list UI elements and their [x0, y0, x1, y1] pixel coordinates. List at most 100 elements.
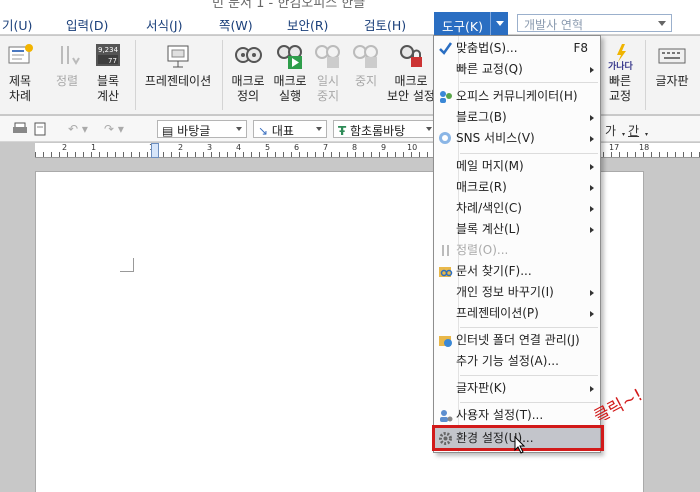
tools-menu-dropdown: 맞춤법(S)... F8 빠른 교정(Q) 오피스 커뮤니케이터(H) 블로그(… [433, 35, 601, 453]
menu-separator [460, 153, 598, 154]
macro-stop-icon [352, 42, 380, 70]
menu-toc-index-label: 차례/색인(C) [456, 201, 522, 215]
undo-icon[interactable]: ↶ ▾ [68, 122, 88, 136]
menu-user-settings[interactable]: 사용자 설정(T)... [434, 405, 600, 426]
menu-item-security[interactable]: 보안(R) [287, 15, 328, 34]
font-size-decrease-arrow[interactable]: ▾ [645, 131, 648, 138]
quick-fix-label: 빠른 교정 [608, 74, 632, 103]
menu-addon-settings[interactable]: 추가 기능 설정(A)... [434, 351, 600, 372]
menu-personal-info-label: 개인 정보 바꾸기(I) [456, 285, 554, 299]
macro-pause-button[interactable]: 일시 중지 [310, 36, 346, 115]
menu-dropdown-arrow[interactable] [490, 12, 508, 35]
toc-label: 제목 차례 [8, 74, 32, 103]
quick-fix-icon-text: 가나다 [608, 60, 634, 70]
menu-office-communicator[interactable]: 오피스 커뮤니케이터(H) [434, 86, 600, 107]
font-type-icon: Ŧ [338, 124, 347, 138]
menu-item-format[interactable]: 서식(J) [146, 15, 182, 34]
sns-icon [438, 131, 453, 146]
preview-icon[interactable] [33, 122, 47, 139]
click-annotation: 클릭~! [586, 372, 666, 427]
submenu-arrow-icon [590, 136, 594, 142]
menu-find-document[interactable]: 문서 찾기(F)... [434, 261, 600, 282]
menu-macro[interactable]: 매크로(R) [434, 177, 600, 198]
menu-sort[interactable]: 정렬(O)... [434, 240, 600, 261]
user-settings-icon [438, 408, 453, 423]
block-calc-button[interactable]: 9,234 77 블록 계산 [88, 36, 128, 115]
language-select[interactable]: ↘ 대표 [253, 120, 327, 138]
macro-run-button[interactable]: 매크로 실행 [270, 36, 310, 115]
menu-mail-merge[interactable]: 메일 머지(M) [434, 156, 600, 177]
block-calc-label: 블록 계산 [96, 74, 120, 103]
calculator-icon: 9,234 77 [94, 42, 122, 70]
sort-icon [53, 42, 81, 70]
menu-sns-service[interactable]: SNS 서비스(V) [434, 128, 600, 149]
print-icon[interactable] [12, 122, 28, 139]
macro-stop-button[interactable]: 중지 [348, 36, 384, 115]
menu-blog[interactable]: 블로그(B) [434, 107, 600, 128]
find-document-icon [438, 264, 453, 279]
ruler-label: 18 [639, 143, 650, 152]
ribbon-separator [222, 40, 223, 110]
quick-fix-button[interactable]: 가나다 빠른 교정 [602, 36, 638, 115]
macro-run-label: 매크로 실행 [273, 74, 307, 103]
menu-separator [460, 402, 598, 403]
macro-security-button[interactable]: 매크로 보안 설정 [386, 36, 436, 115]
macro-play-icon [276, 42, 304, 70]
help-search-input[interactable]: 개발사 연혁 [517, 14, 672, 32]
ruler-label: 7 [323, 143, 329, 152]
presentation-icon [164, 42, 192, 70]
menu-block-calc-label: 블록 계산(L) [456, 222, 521, 236]
menu-item-tools[interactable]: 도구(K) [434, 12, 491, 35]
menu-item-edit[interactable]: 기(U) [2, 15, 32, 34]
indent-marker[interactable] [151, 143, 159, 158]
menu-item-insert[interactable]: 입력(D) [66, 15, 108, 34]
menu-presentation[interactable]: 프레젠테이션(P) [434, 303, 600, 324]
sort-button[interactable]: 정렬 [52, 36, 82, 115]
font-size-increase-arrow[interactable]: ▾ [622, 131, 625, 138]
menu-personal-info[interactable]: 개인 정보 바꾸기(I) [434, 282, 600, 303]
mouse-cursor-icon [514, 435, 526, 457]
svg-text:77: 77 [108, 57, 117, 65]
ruler-label: 4 [236, 143, 242, 152]
language-select-value: 대표 [271, 124, 294, 138]
macro-define-button[interactable]: 매크로 정의 [226, 36, 270, 115]
menu-user-settings-label: 사용자 설정(T)... [456, 408, 544, 422]
macro-pause-icon [314, 42, 342, 70]
submenu-arrow-icon [590, 206, 594, 212]
menu-blog-label: 블로그(B) [456, 110, 507, 124]
window-title: 빈 문서 1 - 한컴오피스 한글 [212, 0, 366, 11]
font-size-decrease[interactable]: 간 [628, 122, 639, 139]
menu-item-review[interactable]: 검토(H) [364, 15, 406, 34]
submenu-arrow-icon [590, 227, 594, 233]
menu-office-communicator-label: 오피스 커뮤니케이터(H) [456, 89, 578, 103]
menu-internet-folder[interactable]: 인터넷 폴더 연결 관리(J) [434, 330, 600, 351]
ruler-label: 10 [407, 143, 418, 152]
font-size-increase[interactable]: 가 [605, 122, 616, 139]
menu-separator [460, 375, 598, 376]
menu-quick-fix[interactable]: 빠른 교정(Q) [434, 59, 600, 80]
font-select[interactable]: Ŧ 함초롬바탕 [333, 120, 437, 138]
menu-spellcheck[interactable]: 맞춤법(S)... F8 [434, 38, 600, 59]
menu-spellcheck-shortcut: F8 [573, 41, 588, 55]
menu-block-calc[interactable]: 블록 계산(L) [434, 219, 600, 240]
ribbon-separator [645, 40, 646, 110]
menu-sort-label: 정렬(O)... [456, 243, 509, 257]
menu-toc-index[interactable]: 차례/색인(C) [434, 198, 600, 219]
submenu-arrow-icon [590, 311, 594, 317]
presentation-button[interactable]: 프레젠테이션 [140, 36, 216, 115]
style-select[interactable]: ▤ 바탕글 [157, 120, 247, 138]
keyboard-button[interactable]: 글자판 [650, 36, 694, 115]
toc-icon [6, 42, 34, 70]
redo-icon[interactable]: ↷ ▾ [104, 122, 124, 136]
menu-addon-settings-label: 추가 기능 설정(A)... [456, 354, 559, 368]
toc-button[interactable]: 제목 차례 [0, 36, 40, 115]
macro-security-label: 매크로 보안 설정 [387, 74, 435, 103]
menu-separator [460, 327, 598, 328]
submenu-arrow-icon [590, 185, 594, 191]
menu-item-page[interactable]: 쪽(W) [219, 15, 253, 34]
ruler-label: 8 [352, 143, 358, 152]
margin-corner-mark [120, 258, 134, 272]
window-title-bar: 빈 문서 1 - 한컴오피스 한글 [0, 0, 700, 12]
annotation-scribble: 클릭~! [591, 385, 647, 427]
menu-keyboard[interactable]: 글자판(K) [434, 378, 600, 399]
